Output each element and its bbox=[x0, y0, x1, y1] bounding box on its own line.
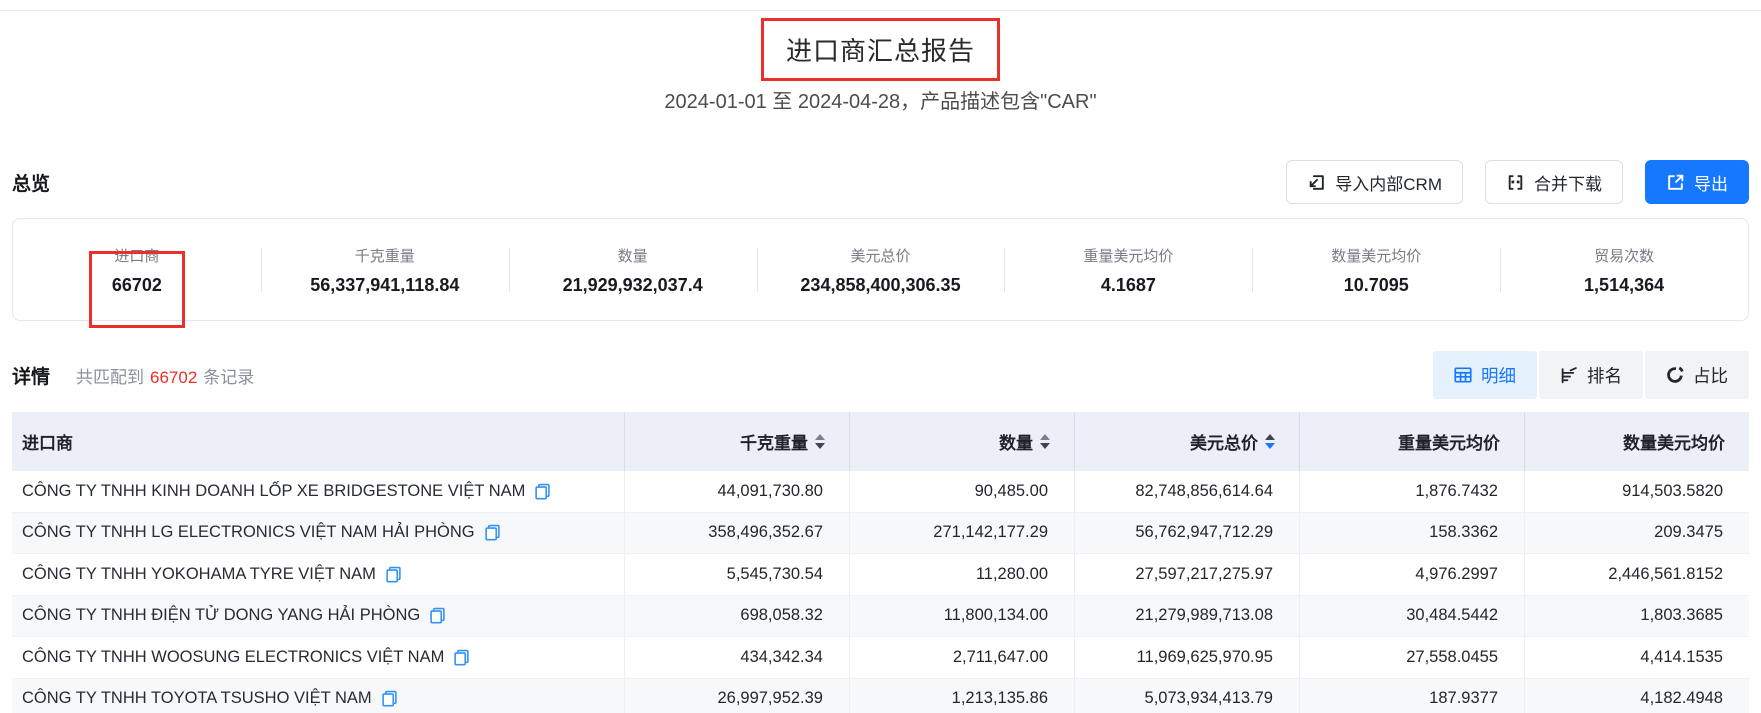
tab-proportion[interactable]: 占比 bbox=[1645, 351, 1749, 399]
cell-quantity: 271,142,177.29 bbox=[849, 513, 1074, 554]
cell-kg-weight: 358,496,352.67 bbox=[624, 513, 849, 554]
importer-name: CÔNG TY TNHH TOYOTA TSUSHO VIỆT NAM bbox=[22, 689, 372, 708]
col-header-usd-per-weight: 重量美元均价 bbox=[1299, 412, 1524, 471]
match-summary: 共匹配到66702条记录 bbox=[76, 363, 254, 388]
col-header-kg-weight[interactable]: 千克重量 bbox=[624, 412, 849, 471]
cell-kg-weight: 698,058.32 bbox=[624, 596, 849, 637]
table-row[interactable]: CÔNG TY TNHH WOOSUNG ELECTRONICS VIỆT NA… bbox=[12, 637, 1749, 679]
sort-caret[interactable] bbox=[815, 434, 825, 449]
cell-usd-per-qty: 4,414.1535 bbox=[1524, 637, 1749, 678]
cell-kg-weight: 26,997,952.39 bbox=[624, 679, 849, 713]
col-header-usd-per-qty: 数量美元均价 bbox=[1524, 412, 1749, 471]
page-title: 进口商汇总报告 bbox=[786, 36, 975, 66]
table-row[interactable]: CÔNG TY TNHH ĐIỆN TỬ DONG YANG HẢI PHÒNG… bbox=[12, 596, 1749, 638]
merge-download-button[interactable]: 合并下载 bbox=[1485, 160, 1623, 204]
cell-quantity: 1,213,135.86 bbox=[849, 679, 1074, 713]
export-icon bbox=[1666, 173, 1685, 192]
stat-importers: 进口商 66702 bbox=[13, 243, 261, 296]
cell-kg-weight: 44,091,730.80 bbox=[624, 471, 849, 512]
stat-quantity: 数量 21,929,932,037.4 bbox=[509, 243, 757, 296]
stat-usd-total: 美元总价 234,858,400,306.35 bbox=[757, 243, 1005, 296]
import-icon bbox=[1307, 173, 1326, 192]
merge-download-icon bbox=[1506, 173, 1525, 192]
table-header-row: 进口商 千克重量 数量 美元总价 重量美元均价 数量美元均价 bbox=[12, 412, 1749, 471]
overview-heading: 总览 bbox=[12, 169, 50, 196]
pie-chart-icon bbox=[1666, 366, 1684, 384]
table-body: CÔNG TY TNHH KINH DOANH LỐP XE BRIDGESTO… bbox=[12, 471, 1749, 713]
col-header-usd-total[interactable]: 美元总价 bbox=[1074, 412, 1299, 471]
cell-quantity: 90,485.00 bbox=[849, 471, 1074, 512]
overview-actions: 导入内部CRM 合并下载 导出 bbox=[1286, 160, 1749, 204]
cell-usd-per-weight: 4,976.2997 bbox=[1299, 554, 1524, 595]
import-crm-button[interactable]: 导入内部CRM bbox=[1286, 160, 1463, 204]
cell-usd-per-qty: 4,182.4948 bbox=[1524, 679, 1749, 713]
cell-usd-total: 21,279,989,713.08 bbox=[1074, 596, 1299, 637]
cell-usd-total: 11,969,625,970.95 bbox=[1074, 637, 1299, 678]
cell-usd-total: 56,762,947,712.29 bbox=[1074, 513, 1299, 554]
table-row[interactable]: CÔNG TY TNHH YOKOHAMA TYRE VIỆT NAM 5,54… bbox=[12, 554, 1749, 596]
sort-caret-active-desc[interactable] bbox=[1265, 434, 1275, 449]
match-count: 66702 bbox=[144, 368, 203, 387]
table-row[interactable]: CÔNG TY TNHH KINH DOANH LỐP XE BRIDGESTO… bbox=[12, 471, 1749, 513]
detail-heading: 详情 bbox=[12, 362, 50, 389]
report-subtitle: 2024-01-01 至 2024-04-28，产品描述包含"CAR" bbox=[0, 85, 1761, 114]
cell-usd-per-qty: 209.3475 bbox=[1524, 513, 1749, 554]
cell-usd-per-weight: 187.9377 bbox=[1299, 679, 1524, 713]
tab-ranking[interactable]: 排名 bbox=[1539, 351, 1643, 399]
col-header-importer: 进口商 bbox=[12, 412, 624, 471]
cell-quantity: 11,800,134.00 bbox=[849, 596, 1074, 637]
table-row[interactable]: CÔNG TY TNHH LG ELECTRONICS VIỆT NAM HẢI… bbox=[12, 513, 1749, 555]
cell-usd-total: 27,597,217,275.97 bbox=[1074, 554, 1299, 595]
tab-detail[interactable]: 明细 bbox=[1433, 351, 1537, 399]
sort-caret[interactable] bbox=[1040, 434, 1050, 449]
cell-usd-per-weight: 1,876.7432 bbox=[1299, 471, 1524, 512]
importer-name: CÔNG TY TNHH YOKOHAMA TYRE VIỆT NAM bbox=[22, 565, 376, 584]
export-button[interactable]: 导出 bbox=[1645, 160, 1749, 204]
table-icon bbox=[1454, 367, 1472, 383]
stat-trade-count: 贸易次数 1,514,364 bbox=[1500, 243, 1748, 296]
importer-name: CÔNG TY TNHH WOOSUNG ELECTRONICS VIỆT NA… bbox=[22, 648, 444, 667]
cell-usd-total: 5,073,934,413.79 bbox=[1074, 679, 1299, 713]
overview-stats-card: 进口商 66702 千克重量 56,337,941,118.84 数量 21,9… bbox=[12, 218, 1749, 321]
cell-usd-per-qty: 1,803.3685 bbox=[1524, 596, 1749, 637]
cell-usd-per-qty: 914,503.5820 bbox=[1524, 471, 1749, 512]
copy-icon[interactable] bbox=[385, 566, 402, 583]
cell-kg-weight: 5,545,730.54 bbox=[624, 554, 849, 595]
importer-table: 进口商 千克重量 数量 美元总价 重量美元均价 数量美元均价 CÔNG TY T… bbox=[12, 412, 1749, 713]
ranking-icon bbox=[1560, 367, 1578, 384]
stat-usd-per-weight: 重量美元均价 4.1687 bbox=[1004, 243, 1252, 296]
cell-kg-weight: 434,342.34 bbox=[624, 637, 849, 678]
importer-name: CÔNG TY TNHH KINH DOANH LỐP XE BRIDGESTO… bbox=[22, 482, 525, 501]
importer-name: CÔNG TY TNHH ĐIỆN TỬ DONG YANG HẢI PHÒNG bbox=[22, 606, 420, 625]
copy-icon[interactable] bbox=[534, 483, 551, 500]
importer-name: CÔNG TY TNHH LG ELECTRONICS VIỆT NAM HẢI… bbox=[22, 523, 475, 542]
cell-quantity: 2,711,647.00 bbox=[849, 637, 1074, 678]
annotation-box-title: 进口商汇总报告 bbox=[761, 18, 1000, 81]
cell-usd-total: 82,748,856,614.64 bbox=[1074, 471, 1299, 512]
cell-usd-per-weight: 158.3362 bbox=[1299, 513, 1524, 554]
copy-icon[interactable] bbox=[429, 607, 446, 624]
stat-kg-weight: 千克重量 56,337,941,118.84 bbox=[261, 243, 509, 296]
top-divider bbox=[0, 0, 1761, 11]
cell-quantity: 11,280.00 bbox=[849, 554, 1074, 595]
cell-usd-per-qty: 2,446,561.8152 bbox=[1524, 554, 1749, 595]
copy-icon[interactable] bbox=[453, 649, 470, 666]
col-header-quantity[interactable]: 数量 bbox=[849, 412, 1074, 471]
copy-icon[interactable] bbox=[381, 690, 398, 707]
cell-usd-per-weight: 27,558.0455 bbox=[1299, 637, 1524, 678]
copy-icon[interactable] bbox=[484, 524, 501, 541]
stat-usd-per-qty: 数量美元均价 10.7095 bbox=[1252, 243, 1500, 296]
view-switcher: 明细 排名 占比 bbox=[1433, 351, 1749, 399]
table-row[interactable]: CÔNG TY TNHH TOYOTA TSUSHO VIỆT NAM 26,9… bbox=[12, 679, 1749, 713]
cell-usd-per-weight: 30,484.5442 bbox=[1299, 596, 1524, 637]
